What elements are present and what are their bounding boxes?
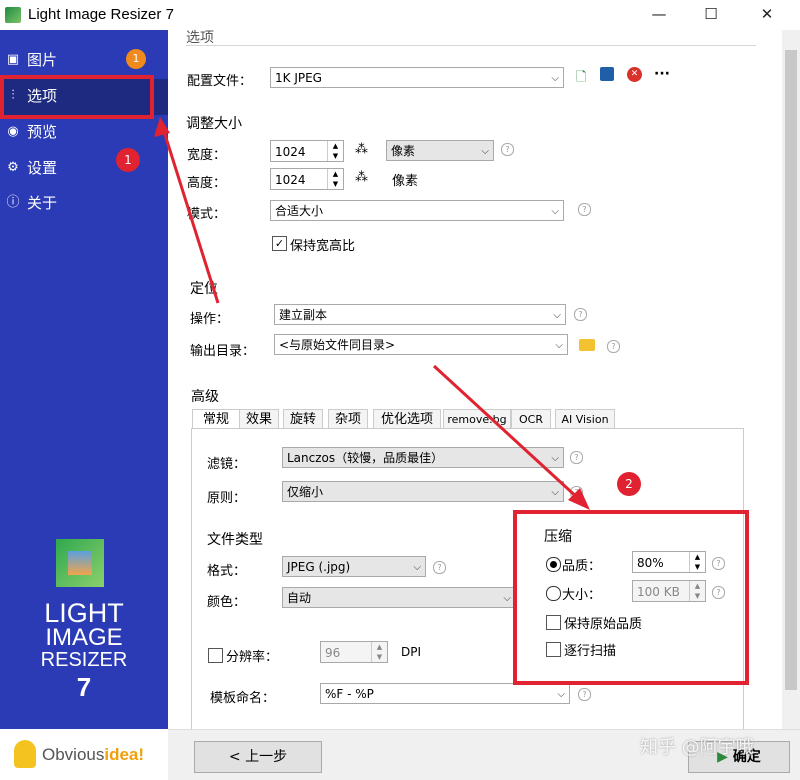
- sidebar-item-label: 图片: [27, 51, 58, 69]
- help-icon[interactable]: ?: [578, 203, 591, 216]
- resolution-label: 分辨率：: [226, 650, 279, 665]
- annotation-marker-2: 2: [617, 472, 641, 496]
- resolution-input[interactable]: 96 ▲ ▼: [320, 641, 388, 663]
- height-input[interactable]: 1024 ▲ ▼: [270, 168, 344, 190]
- gear-icon: ⚙: [7, 160, 19, 175]
- annotation-arrow-2: [432, 364, 590, 510]
- info-icon: ⓘ: [6, 195, 20, 210]
- keep-ratio-label: 保持宽高比: [290, 239, 356, 254]
- folder-icon[interactable]: [579, 339, 595, 351]
- sidebar-item-label: 关于: [27, 194, 58, 212]
- keep-ratio-checkbox[interactable]: ✓: [272, 236, 287, 251]
- magic-wand-icon[interactable]: ⁂: [355, 170, 368, 185]
- delete-icon[interactable]: ✕: [627, 67, 642, 82]
- divider: [186, 45, 756, 46]
- scrollbar-thumb[interactable]: [785, 50, 797, 690]
- annotation-arrow-1: [154, 117, 220, 304]
- sidebar-item-label: 预览: [27, 123, 58, 141]
- sidebar-item-label: 设置: [27, 159, 58, 177]
- new-profile-icon[interactable]: 🗋: [576, 68, 586, 90]
- help-icon[interactable]: ?: [578, 688, 591, 701]
- naming-label: 模板命名：: [210, 691, 276, 706]
- chevron-down-icon: ⌵: [553, 310, 561, 321]
- notification-badge: 1: [126, 49, 146, 69]
- back-button[interactable]: < 上一步: [194, 741, 322, 773]
- tab-rotate[interactable]: 旋转: [283, 409, 323, 430]
- logo-text-resizer: RESIZER: [40, 649, 128, 671]
- app-logo-icon: [56, 539, 104, 587]
- mode-select[interactable]: 合适大小 ⌵: [270, 200, 564, 221]
- width-input[interactable]: 1024 ▲ ▼: [270, 140, 344, 162]
- section-options-title: 选项: [186, 30, 214, 46]
- chevron-down-icon: ⌵: [557, 689, 565, 700]
- output-dir-label: 输出目录：: [190, 344, 256, 359]
- filetype-section-title: 文件类型: [207, 532, 263, 548]
- output-dir-select[interactable]: <与原始文件同目录> ⌵: [274, 334, 568, 355]
- brand-logo: Obviousidea!: [42, 745, 145, 764]
- unit-text: 像素: [392, 174, 419, 189]
- tab-effects[interactable]: 效果: [239, 409, 279, 430]
- unit-select[interactable]: 像素 ⌵: [386, 140, 494, 161]
- annotation-box-options: [0, 75, 154, 119]
- app-icon: [5, 7, 21, 23]
- annotation-marker-1: 1: [116, 148, 140, 172]
- watermark: 知乎 @阿宇哦: [640, 737, 754, 758]
- images-icon: ▣: [6, 52, 20, 67]
- chevron-down-icon: ⌵: [413, 562, 421, 573]
- maximize-button[interactable]: ☐: [688, 0, 734, 30]
- logo-text-version: 7: [76, 672, 92, 702]
- minimize-button[interactable]: —: [636, 0, 682, 30]
- more-icon[interactable]: ···: [654, 66, 670, 82]
- chevron-down-icon: ⌵: [555, 340, 563, 351]
- chevron-down-icon: ⌵: [551, 206, 559, 217]
- profile-select[interactable]: 1K JPEG ⌵: [270, 67, 564, 88]
- sidebar-item-about[interactable]: ⓘ 关于: [0, 186, 168, 220]
- eye-icon: ◉: [7, 124, 19, 139]
- rule-label: 原则：: [207, 491, 247, 506]
- naming-select[interactable]: %F - %P ⌵: [320, 683, 570, 704]
- color-select[interactable]: 自动 ⌵: [282, 587, 516, 608]
- advanced-section-title: 高级: [191, 389, 219, 405]
- chevron-down-icon: ⌵: [551, 73, 559, 84]
- save-icon[interactable]: [600, 67, 614, 81]
- help-icon[interactable]: ?: [574, 308, 587, 321]
- action-label: 操作：: [190, 312, 230, 327]
- chevron-down-icon: ⌵: [503, 593, 511, 604]
- sidebar-item-settings[interactable]: ⚙ 设置: [0, 151, 168, 185]
- annotation-box-compression: [513, 510, 749, 685]
- help-icon[interactable]: ?: [607, 340, 620, 353]
- close-window-button[interactable]: ✕: [744, 0, 790, 30]
- magic-wand-icon[interactable]: ⁂: [355, 142, 368, 157]
- profile-label: 配置文件：: [187, 74, 253, 89]
- resolution-unit: DPI: [401, 645, 422, 659]
- color-label: 颜色：: [207, 595, 247, 610]
- logo-text-image: IMAGE: [45, 624, 123, 651]
- help-icon[interactable]: ?: [501, 143, 514, 156]
- action-select[interactable]: 建立副本 ⌵: [274, 304, 566, 325]
- format-label: 格式：: [207, 564, 247, 579]
- lightbulb-icon: [14, 740, 36, 768]
- filter-label: 滤镜：: [207, 457, 247, 472]
- chevron-down-icon: ⌵: [481, 146, 489, 157]
- tab-misc[interactable]: 杂项: [328, 409, 368, 430]
- format-select[interactable]: JPEG (.jpg) ⌵: [282, 556, 426, 577]
- window-title: Light Image Resizer 7: [28, 6, 174, 23]
- help-icon[interactable]: ?: [433, 561, 446, 574]
- sidebar-item-preview[interactable]: ◉ 预览: [0, 115, 168, 149]
- resolution-checkbox[interactable]: [208, 648, 223, 663]
